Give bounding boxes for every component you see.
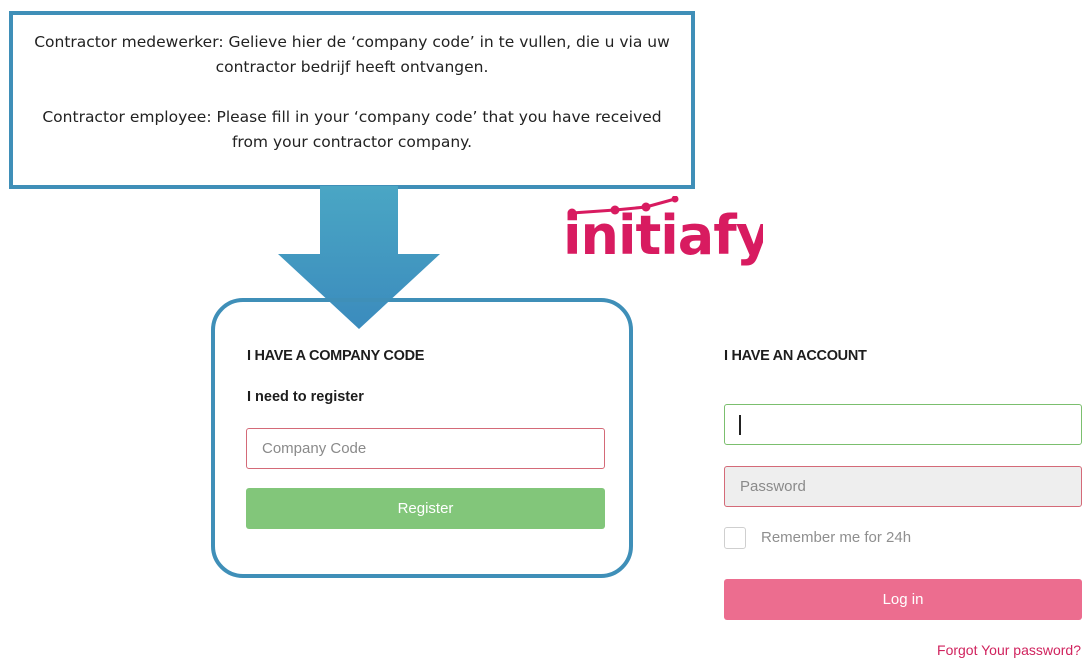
text-cursor — [739, 415, 741, 435]
instruction-callout: Contractor medewerker: Gelieve hier de ‘… — [9, 11, 695, 189]
initiafy-logo: initiafy — [563, 196, 763, 267]
instruction-text-dutch: Contractor medewerker: Gelieve hier de ‘… — [34, 33, 670, 76]
instruction-text-english: Contractor employee: Please fill in your… — [42, 108, 662, 151]
forgot-password-link[interactable]: Forgot Your password? — [937, 642, 1081, 658]
password-input[interactable] — [724, 466, 1082, 507]
login-button[interactable]: Log in — [724, 579, 1082, 620]
account-heading: I HAVE AN ACCOUNT — [724, 348, 867, 364]
svg-text:initiafy: initiafy — [563, 204, 763, 267]
company-code-input[interactable] — [246, 428, 605, 469]
remember-me-label: Remember me for 24h — [761, 529, 912, 546]
register-subtitle: I need to register — [247, 389, 364, 405]
remember-me-checkbox[interactable] — [724, 527, 746, 549]
page: Contractor medewerker: Gelieve hier de ‘… — [0, 0, 1083, 660]
company-code-heading: I HAVE A COMPANY CODE — [247, 348, 425, 364]
register-button[interactable]: Register — [246, 488, 605, 529]
username-input[interactable] — [724, 404, 1082, 445]
